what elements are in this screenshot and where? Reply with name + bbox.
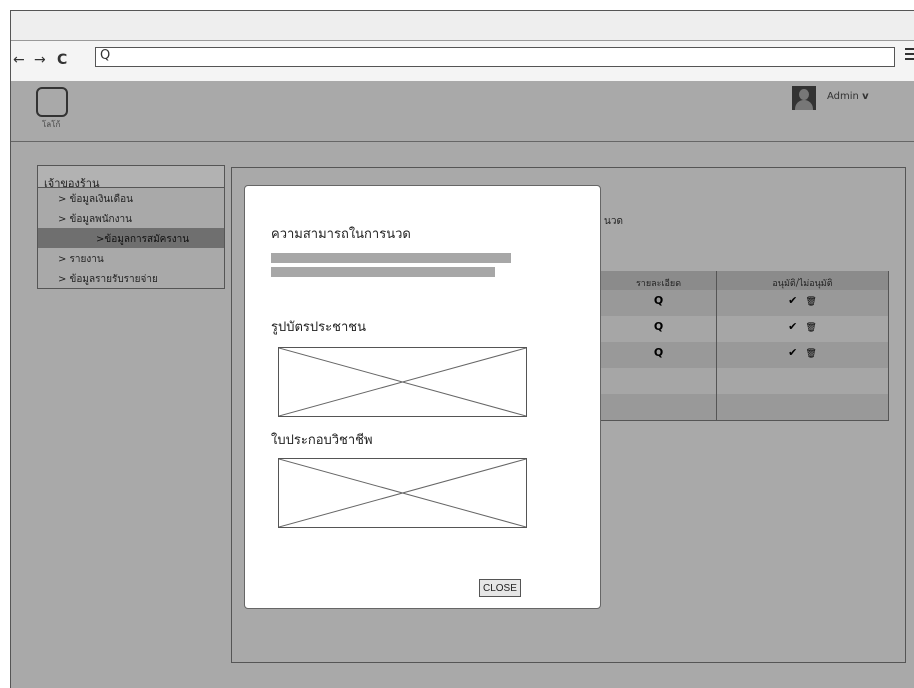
table-row: [601, 368, 888, 394]
text-placeholder-bar: [271, 267, 495, 277]
search-icon[interactable]: Q: [654, 320, 663, 333]
logo-label: โลโก้: [42, 120, 61, 129]
address-bar[interactable]: Q: [95, 47, 895, 67]
approval-cell: ✔ 🗑: [717, 290, 888, 316]
check-icon[interactable]: ✔: [788, 320, 797, 333]
detail-cell: Q: [601, 316, 717, 342]
detail-cell: Q: [601, 342, 717, 368]
search-icon[interactable]: Q: [654, 294, 663, 307]
section-heading-license: ใบประกอบวิชาชีพ: [271, 433, 373, 448]
reload-button[interactable]: C: [57, 52, 67, 68]
search-icon: Q: [100, 48, 111, 63]
hamburger-menu-icon[interactable]: [905, 48, 914, 62]
text-placeholder-bar: [271, 253, 511, 263]
content-heading-fragment: นวด: [604, 216, 623, 227]
table-row: Q ✔ 🗑: [601, 316, 888, 342]
table-row: Q ✔ 🗑: [601, 342, 888, 368]
detail-cell: [601, 368, 717, 394]
approval-cell: ✔ 🗑: [717, 316, 888, 342]
detail-cell: Q: [601, 290, 717, 316]
browser-navbar: ← → C Q: [11, 41, 914, 81]
avatar-icon[interactable]: [792, 86, 816, 110]
section-heading-id-card: รูปบัตรประชาชน: [271, 320, 366, 335]
table-row: Q ✔ 🗑: [601, 290, 888, 316]
sidebar-item-employees[interactable]: > ข้อมูลพนักงาน: [38, 208, 224, 228]
close-button[interactable]: CLOSE: [479, 579, 521, 597]
approval-cell: ✔ 🗑: [717, 342, 888, 368]
table-row: [601, 394, 888, 420]
id-card-image-placeholder: [278, 347, 527, 417]
applications-table: รายละเอียด อนุมัติ/ไม่อนุมัติ Q ✔ 🗑 Q ✔ 🗑 Q ✔ 🗑: [600, 271, 889, 421]
trash-icon[interactable]: 🗑: [805, 297, 816, 307]
approval-cell: [717, 394, 888, 420]
sidebar-item-income-expense[interactable]: > ข้อมูลรายรับรายจ่าย: [38, 268, 224, 288]
column-header-detail: รายละเอียด: [601, 271, 717, 290]
browser-titlebar: [11, 11, 914, 41]
modal-title: ความสามารถในการนวด: [271, 227, 411, 242]
sidebar-item-reports[interactable]: > รายงาน: [38, 248, 224, 268]
sidebar-owner-header: เจ้าของร้าน: [38, 166, 224, 190]
chevron-down-icon: v: [862, 91, 869, 102]
check-icon[interactable]: ✔: [788, 294, 797, 307]
column-header-approval: อนุมัติ/ไม่อนุมัติ: [772, 279, 833, 289]
detail-modal: ความสามารถในการนวด รูปบัตรประชาชน ใบประก…: [244, 185, 601, 609]
user-menu[interactable]: Admin v: [827, 91, 869, 102]
back-button[interactable]: ←: [13, 52, 25, 68]
sidebar-item-applications[interactable]: >ข้อมูลการสมัครงาน: [38, 228, 224, 248]
app-header: โลโก้ Admin v: [11, 81, 914, 142]
license-image-placeholder: [278, 458, 527, 528]
forward-button[interactable]: →: [34, 52, 46, 68]
table-header: รายละเอียด อนุมัติ/ไม่อนุมัติ: [601, 271, 888, 290]
logo-icon: [36, 87, 68, 117]
search-icon[interactable]: Q: [654, 346, 663, 359]
trash-icon[interactable]: 🗑: [805, 323, 816, 333]
approval-cell: [717, 368, 888, 394]
detail-cell: [601, 394, 717, 420]
sidebar: เจ้าของร้าน > ข้อมูลเงินเดือน > ข้อมูลพน…: [37, 165, 225, 289]
user-name: Admin: [827, 91, 859, 102]
check-icon[interactable]: ✔: [788, 346, 797, 359]
trash-icon[interactable]: 🗑: [805, 349, 816, 359]
